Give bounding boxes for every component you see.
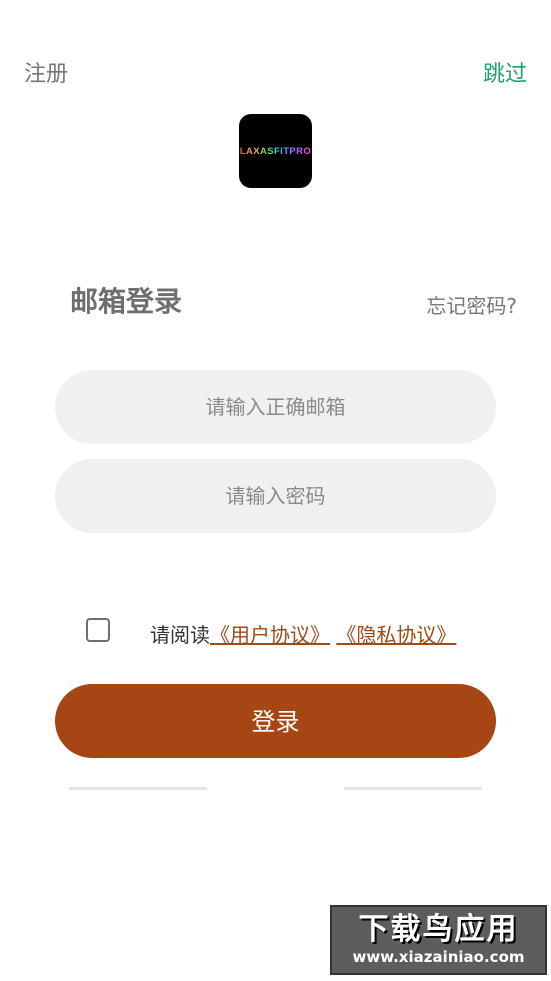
privacy-agreement-link[interactable]: 《隐私协议》: [336, 623, 456, 647]
email-input[interactable]: [55, 370, 496, 444]
page-title: 邮箱登录: [70, 285, 183, 318]
agreement-prefix: 请阅读: [150, 623, 210, 647]
watermark-title: 下载鸟应用: [358, 912, 519, 947]
user-agreement-link[interactable]: 《用户协议》: [210, 623, 330, 647]
divider-left: [69, 787, 207, 790]
watermark-url: www.xiazainiao.com: [352, 948, 525, 966]
watermark-logo: 下载鸟应用 www.xiazainiao.com: [330, 905, 547, 975]
divider-right: [344, 787, 482, 790]
register-link[interactable]: 注册: [24, 56, 68, 88]
password-input[interactable]: [55, 459, 496, 533]
forgot-password-link[interactable]: 忘记密码?: [426, 290, 517, 319]
app-logo-text: LAXASFITPRO: [239, 145, 312, 157]
login-button[interactable]: 登录: [55, 684, 496, 758]
skip-link[interactable]: 跳过: [483, 56, 527, 88]
agreement-checkbox[interactable]: [86, 618, 110, 642]
agreement-text: 请阅读《用户协议》 《隐私协议》: [150, 619, 456, 648]
app-logo: LAXASFITPRO: [239, 114, 312, 188]
